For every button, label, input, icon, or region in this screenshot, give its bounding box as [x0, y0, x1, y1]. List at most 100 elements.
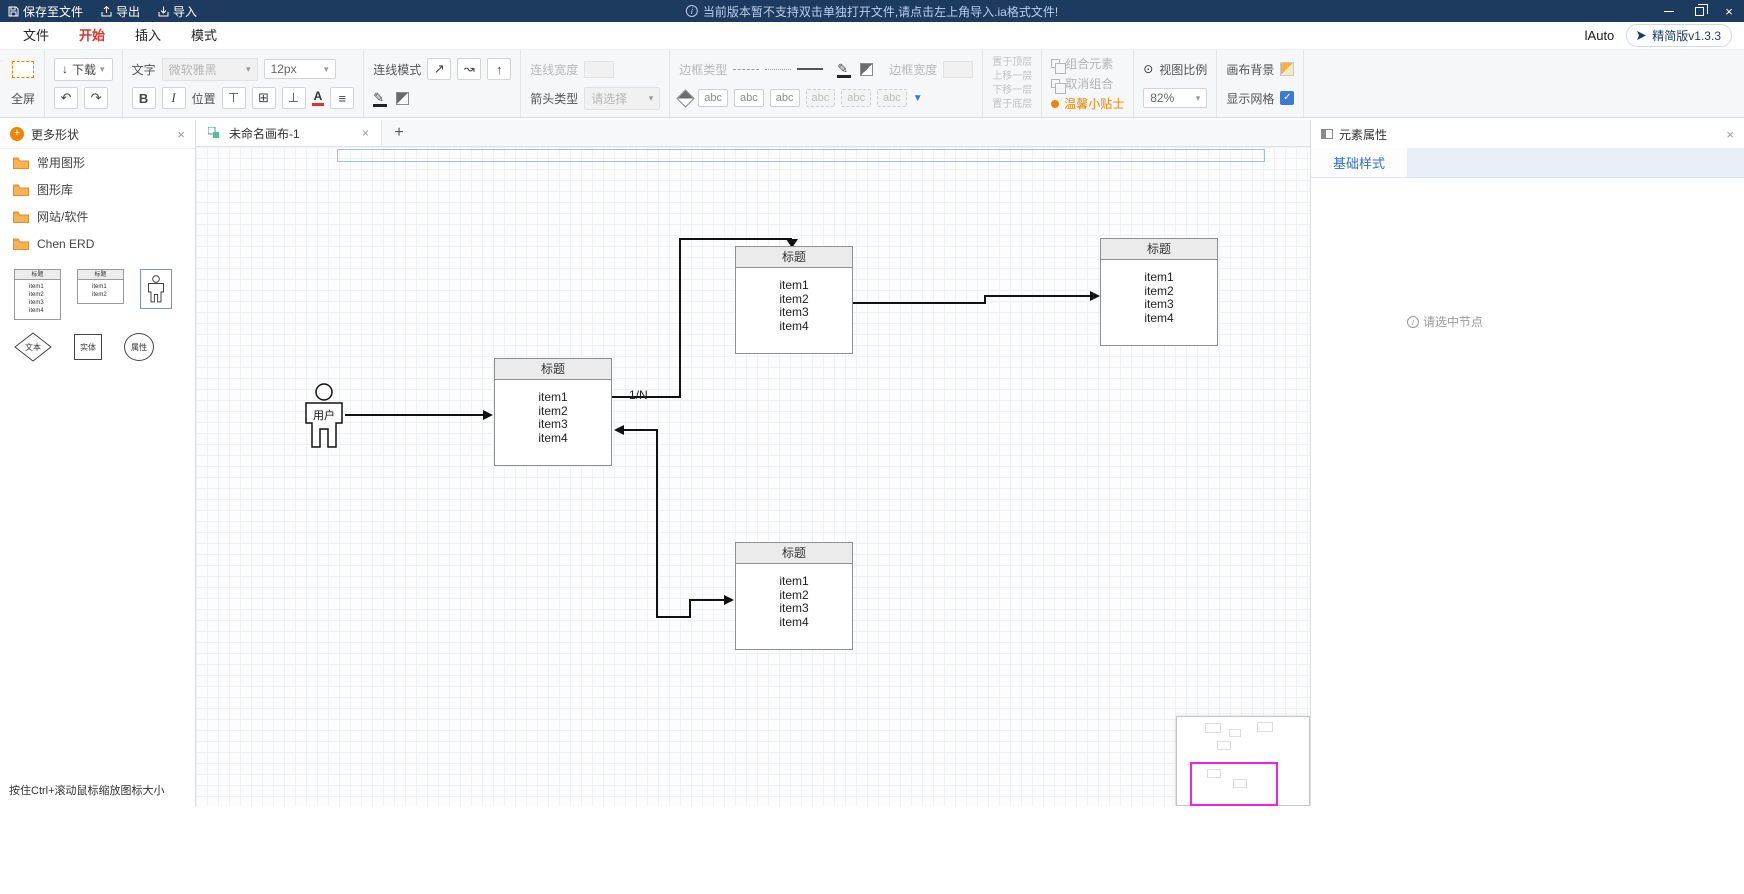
text-style-abc-5[interactable]: abc: [841, 89, 871, 107]
ungroup-button[interactable]: 取消组合: [1051, 75, 1124, 93]
version-badge-label: 精简版v1.3.3: [1652, 27, 1721, 44]
tab-canvas-1[interactable]: 未命名画布-1 ×: [196, 120, 382, 146]
sidebar-item-chen-erd[interactable]: Chen ERD: [0, 230, 195, 257]
more-styles-chevron-icon[interactable]: ▼: [913, 93, 923, 104]
entity-item: item4: [1144, 312, 1173, 326]
group-icon: [1051, 59, 1060, 68]
menu-mode[interactable]: 模式: [176, 22, 232, 49]
shape-fill-icon[interactable]: [860, 63, 873, 76]
add-shapes-icon[interactable]: +: [10, 127, 24, 141]
marquee-select-icon[interactable]: [12, 61, 34, 78]
menu-home[interactable]: 开始: [64, 22, 120, 49]
shape-actor-preview[interactable]: [140, 269, 172, 309]
shape-entity-preview[interactable]: 实体: [74, 334, 102, 360]
border-width-input[interactable]: [943, 61, 973, 78]
entity-table-top[interactable]: 标题 item1 item2 item3 item4: [735, 246, 853, 354]
export-button[interactable]: 导出: [101, 3, 140, 20]
info-icon: i: [1407, 316, 1419, 328]
connector-bottom-to-center[interactable]: [614, 425, 734, 617]
canvas-tab-icon: [208, 127, 220, 139]
arrow-type-select[interactable]: 请选择 ▾: [584, 87, 660, 110]
toolbar-group-canvas: 画布背景 显示网格 ✓: [1217, 50, 1304, 117]
align-top-icon[interactable]: ⊤: [222, 87, 246, 109]
add-tab-button[interactable]: +: [382, 120, 416, 146]
entity-table-right[interactable]: 标题 item1 item2 item3 item4: [1100, 238, 1218, 346]
sidebar-item-shape-library[interactable]: 图形库: [0, 176, 195, 203]
minimize-button[interactable]: [1654, 0, 1684, 22]
entity-title: 标题: [495, 359, 611, 380]
text-align-icon[interactable]: ≡: [330, 87, 354, 109]
cardinality-label[interactable]: 1/N: [629, 388, 648, 402]
line-straight-icon[interactable]: ↗: [427, 58, 451, 80]
font-family-select[interactable]: 微软雅黑 ▾: [162, 58, 258, 81]
position-label: 位置: [192, 90, 216, 107]
properties-panel-tabs: 基础样式: [1311, 148, 1744, 178]
download-button[interactable]: ↓ 下载 ▾: [54, 58, 113, 81]
zoom-select[interactable]: 82% ▾: [1143, 88, 1207, 108]
border-dotted-option[interactable]: [765, 69, 791, 70]
border-color-pen-icon[interactable]: ✎: [837, 63, 848, 75]
info-icon: i: [686, 5, 698, 17]
minimap[interactable]: [1176, 716, 1310, 806]
tab-close-icon[interactable]: ×: [362, 126, 369, 140]
diagram-canvas[interactable]: 1/N 用户 标题 item1 item2 item3 item4 标题 ite…: [196, 147, 1310, 806]
text-style-abc-1[interactable]: abc: [698, 89, 728, 107]
save-to-file-button[interactable]: 保存至文件: [8, 3, 83, 20]
connector-top-to-right[interactable]: [853, 291, 1100, 303]
sidebar-item-web-software[interactable]: 网站/软件: [0, 203, 195, 230]
font-size-select[interactable]: 12px ▾: [264, 59, 336, 79]
fullscreen-button[interactable]: 全屏: [11, 90, 35, 107]
undo-button[interactable]: ↶: [54, 87, 78, 109]
sidebar-close-icon[interactable]: ×: [177, 127, 185, 142]
canvas-bg-swatch[interactable]: [1280, 62, 1294, 76]
shape-attribute-preview[interactable]: 属性: [124, 333, 154, 361]
sidebar-item-common-shapes[interactable]: 常用图形: [0, 149, 195, 176]
show-grid-label: 显示网格: [1226, 90, 1274, 107]
line-fill-icon[interactable]: [396, 92, 409, 105]
shape-table-preview-small[interactable]: 标题 item1 item2: [77, 269, 124, 304]
menu-insert[interactable]: 插入: [120, 22, 176, 49]
line-color-pen-icon[interactable]: ✎: [373, 92, 384, 104]
border-dashed-option[interactable]: [733, 69, 759, 70]
tips-button[interactable]: 温馨小贴士: [1051, 95, 1124, 113]
properties-panel-close-icon[interactable]: ×: [1726, 127, 1734, 142]
line-width-input[interactable]: [584, 61, 614, 78]
entity-table-bottom[interactable]: 标题 item1 item2 item3 item4: [735, 542, 853, 650]
import-button[interactable]: 导入: [158, 3, 197, 20]
font-color-button[interactable]: A: [312, 90, 325, 106]
line-curve-icon[interactable]: ↝: [457, 58, 481, 80]
shape-diamond-preview[interactable]: 文本: [14, 332, 52, 362]
tab-basic-style[interactable]: 基础样式: [1311, 148, 1407, 177]
redo-button[interactable]: ↷: [84, 87, 108, 109]
format-painter-icon[interactable]: [677, 89, 695, 107]
italic-button[interactable]: I: [162, 87, 186, 109]
maximize-button[interactable]: [1684, 0, 1714, 22]
layer-top-button[interactable]: 置于顶层: [992, 56, 1032, 69]
chevron-down-icon: ▾: [1196, 93, 1201, 104]
text-style-abc-2[interactable]: abc: [734, 89, 764, 107]
group-elements-button[interactable]: 组合元素: [1051, 55, 1124, 73]
line-ortho-icon[interactable]: ↑: [487, 58, 511, 80]
shape-table-preview[interactable]: 标题 item1 item2 item3 item4: [14, 269, 61, 320]
close-button[interactable]: ×: [1714, 0, 1744, 22]
layer-down-button[interactable]: 下移一层: [992, 84, 1032, 97]
toolbar-group-grouping: 组合元素 取消组合 温馨小贴士: [1042, 50, 1134, 117]
minimap-viewport[interactable]: [1190, 762, 1278, 806]
show-grid-checkbox[interactable]: ✓: [1280, 91, 1294, 105]
align-bottom-icon[interactable]: ⊥: [282, 87, 306, 109]
actor-shape[interactable]: 用户: [300, 383, 348, 449]
text-style-abc-3[interactable]: abc: [770, 89, 800, 107]
distribute-icon[interactable]: ⊞: [252, 87, 276, 109]
titlebar: 保存至文件 导出 导入 i 当前版本暂不支持双击单独打开文件,请点击左上角导入.…: [0, 0, 1744, 22]
border-solid-option[interactable]: [797, 68, 823, 70]
connector-actor-to-center[interactable]: [345, 410, 493, 420]
layer-bottom-button[interactable]: 置于底层: [992, 98, 1032, 111]
bold-button[interactable]: B: [132, 87, 156, 109]
text-style-abc-6[interactable]: abc: [877, 89, 907, 107]
menu-file[interactable]: 文件: [8, 22, 64, 49]
version-badge[interactable]: 精简版v1.3.3: [1626, 24, 1732, 47]
entity-table-center[interactable]: 标题 item1 item2 item3 item4: [494, 358, 612, 466]
layer-up-button[interactable]: 上移一层: [992, 70, 1032, 83]
toolbar-group-select: 全屏: [2, 50, 45, 117]
text-style-abc-4[interactable]: abc: [806, 89, 836, 107]
